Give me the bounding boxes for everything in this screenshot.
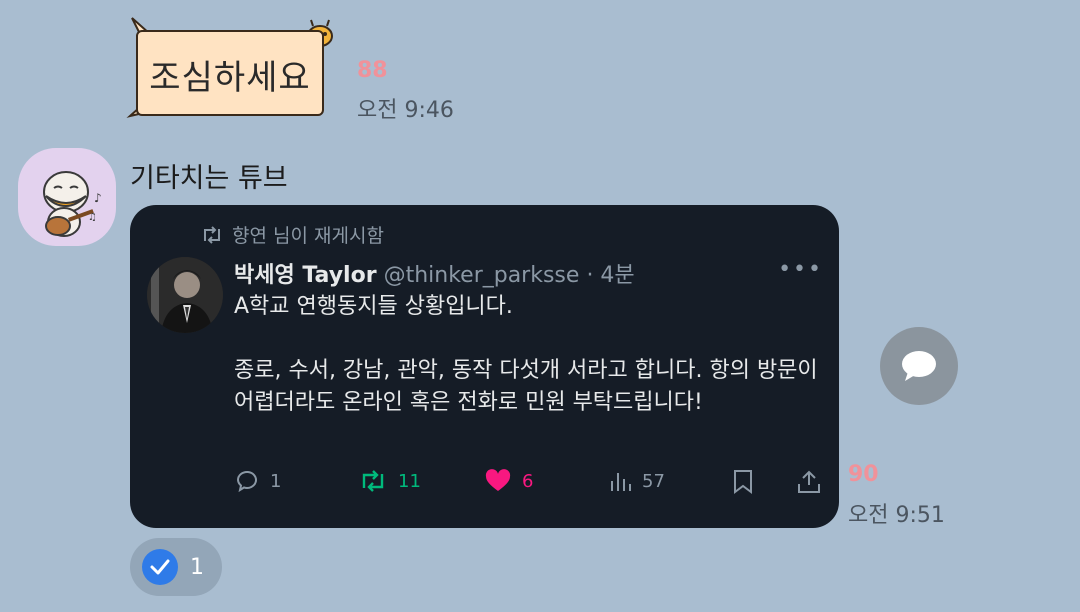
repost-text: 향연 님이 재게시함 bbox=[232, 225, 384, 247]
sender-name: 기타치는 튜브 bbox=[130, 163, 288, 194]
svg-text:♫: ♫ bbox=[88, 212, 97, 223]
post-paragraph: A학교 연행동지들 상황입니다. bbox=[234, 294, 513, 319]
heart-icon bbox=[485, 469, 511, 491]
message-time: 오전 9:51 bbox=[848, 503, 945, 528]
unread-count: 90 bbox=[848, 462, 879, 487]
views-chart-icon bbox=[611, 473, 631, 491]
repost-icon bbox=[362, 470, 384, 492]
reaction-badge[interactable]: 1 bbox=[130, 538, 222, 596]
views-count: 57 bbox=[642, 470, 665, 492]
repost-button[interactable]: 11 bbox=[358, 469, 421, 493]
speech-bubble-icon bbox=[902, 351, 936, 381]
reaction-count: 1 bbox=[190, 554, 204, 580]
tube-duck-avatar-icon: ♪ ♫ bbox=[43, 171, 102, 237]
reply-button[interactable]: 1 bbox=[234, 469, 281, 493]
bookmark-button[interactable] bbox=[732, 469, 754, 495]
like-button[interactable]: 6 bbox=[484, 469, 533, 493]
message-time: 오전 9:46 bbox=[357, 98, 454, 123]
repost-count: 11 bbox=[398, 470, 421, 492]
avatar[interactable]: ♪ ♫ bbox=[18, 148, 116, 246]
views-button[interactable]: 57 bbox=[608, 469, 665, 493]
sticker-message[interactable]: 조심하세요 bbox=[126, 16, 336, 118]
share-button[interactable] bbox=[796, 469, 822, 495]
author-handle[interactable]: @thinker_parksse bbox=[384, 263, 580, 288]
post-actions: 1 11 6 57 bbox=[234, 469, 823, 499]
like-count: 6 bbox=[522, 470, 534, 492]
share-icon bbox=[798, 470, 820, 493]
author-photo-icon bbox=[147, 257, 223, 333]
svg-text:♪: ♪ bbox=[94, 191, 102, 205]
author-line: 박세영 Taylor @thinker_parksse · 4분 bbox=[234, 257, 635, 289]
comment-button[interactable] bbox=[880, 327, 958, 405]
author-name[interactable]: 박세영 Taylor bbox=[234, 263, 377, 288]
reply-icon bbox=[236, 470, 257, 493]
shared-post-card[interactable]: 향연 님이 재게시함 박세영 Taylor @thinker_parksse ·… bbox=[130, 205, 839, 528]
bookmark-icon bbox=[734, 470, 752, 494]
post-paragraph: 종로, 수서, 강남, 관악, 동작 다섯개 서라고 합니다. 항의 방문이 어… bbox=[234, 358, 818, 415]
more-options-icon[interactable]: ••• bbox=[778, 257, 823, 282]
check-icon bbox=[142, 549, 178, 585]
repost-icon bbox=[204, 225, 220, 244]
sticker-text: 조심하세요 bbox=[149, 57, 311, 98]
author-avatar[interactable] bbox=[147, 257, 223, 333]
repost-line: 향연 님이 재게시함 bbox=[200, 221, 384, 248]
reply-count: 1 bbox=[270, 470, 282, 492]
post-body: A학교 연행동지들 상황입니다. 종로, 수서, 강남, 관악, 동작 다섯개 … bbox=[234, 291, 824, 419]
post-age: · 4분 bbox=[586, 263, 635, 288]
unread-count: 88 bbox=[357, 58, 388, 83]
sticker-paper: 조심하세요 bbox=[136, 30, 324, 116]
